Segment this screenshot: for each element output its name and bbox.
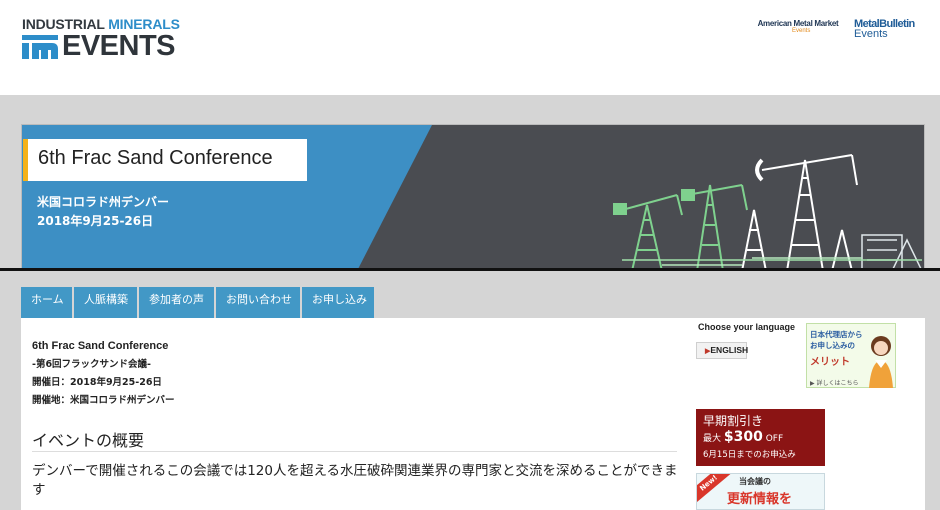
updates-banner-line-1: 当会議の <box>739 477 771 486</box>
english-button-label: ENGLISH <box>710 345 749 355</box>
site-header: INDUSTRIAL MINERALS EVENTS American Meta… <box>0 0 940 95</box>
nav-item-contact[interactable]: お問い合わせ <box>216 287 300 318</box>
event-info: 6th Frac Sand Conference -第6回フラックサンド会議- … <box>32 340 175 406</box>
banner-date: 2018年9月25-26日 <box>37 214 154 228</box>
early-bird-deadline: 6月15日までのお申込み <box>703 450 796 460</box>
banner-title: 6th Frac Sand Conference <box>38 147 273 169</box>
japan-agent-banner[interactable]: 日本代理店から お申し込みの メリット ▶ 詳しくはこちら <box>806 323 896 388</box>
industrial-minerals-events-logo[interactable]: INDUSTRIAL MINERALS EVENTS <box>22 16 180 64</box>
english-language-button[interactable]: ▶ENGLISH <box>696 342 749 359</box>
nav-item-testimonials[interactable]: 参加者の声 <box>139 287 214 318</box>
agent-banner-line-2: お申し込みの <box>810 341 855 350</box>
event-venue: 開催地：米国コロラド州デンバー <box>32 395 175 406</box>
early-bird-amount-line: 最大 $300 OFF <box>703 429 784 445</box>
nav-item-networking[interactable]: 人脈構築 <box>74 287 137 318</box>
main-nav: ホーム 人脈構築 参加者の声 お問い合わせ お申し込み <box>21 287 376 318</box>
metal-bulletin-events-logo[interactable]: MetalBulletin Events <box>854 18 928 40</box>
agent-banner-line-3: メリット <box>810 357 850 368</box>
im-logo-mark-icon <box>22 35 58 59</box>
event-subtitle: -第6回フラックサンド会議- <box>32 359 151 370</box>
event-dates: 開催日：2018年9月25-26日 <box>32 377 162 388</box>
event-banner: 6th Frac Sand Conference 米国コロラド州デンバー 201… <box>21 124 925 270</box>
main-content: 6th Frac Sand Conference -第6回フラックサンド会議- … <box>21 318 925 510</box>
updates-banner-line-2: 更新情報を <box>727 492 793 507</box>
overview-text: デンバーで開催されるこの会議では120人を超える水圧破砕関連業界の専門家と交流を… <box>32 463 678 498</box>
agent-banner-line-1: 日本代理店から <box>810 330 863 339</box>
nav-item-register[interactable]: お申し込み <box>302 287 374 318</box>
conference-updates-banner[interactable]: New! 当会議の 更新情報を <box>696 473 825 510</box>
event-name: 6th Frac Sand Conference <box>32 340 169 352</box>
banner-divider <box>0 268 940 271</box>
logo-line-2: EVENTS <box>62 30 176 62</box>
overview-divider <box>32 451 677 452</box>
agent-banner-link: ▶ 詳しくはこちら <box>810 380 859 387</box>
banner-title-box: 6th Frac Sand Conference <box>23 139 307 181</box>
early-bird-discount-banner[interactable]: 早期割引き 最大 $300 OFF 6月15日までのお申込み <box>696 409 825 466</box>
choose-language-label: Choose your language <box>698 322 796 332</box>
overview-heading: イベントの概要 <box>32 431 145 450</box>
american-metal-market-events-logo[interactable]: American Metal Market Events <box>752 19 844 34</box>
early-bird-title: 早期割引き <box>703 414 764 428</box>
banner-location: 米国コロラド州デンバー <box>37 195 170 209</box>
nav-item-home[interactable]: ホーム <box>21 287 72 318</box>
oil-pumpjack-illustration-icon <box>613 154 922 269</box>
woman-illustration-icon <box>869 336 893 388</box>
